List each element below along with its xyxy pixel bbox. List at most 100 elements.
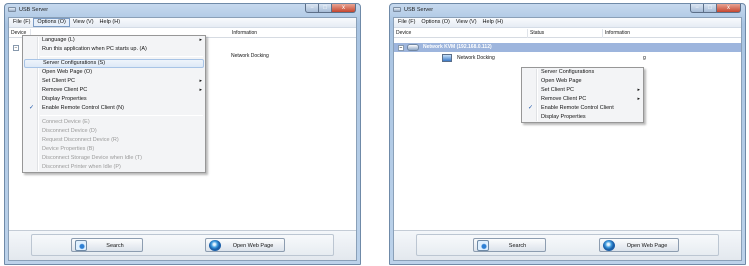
menu-item-remove-client-pc[interactable]: Remove Client PC ▸ — [522, 95, 643, 104]
menu-item-label: Connect Device (E) — [42, 119, 90, 125]
list-row-kvm[interactable]: − Network KVM (192.168.0.112) — [394, 43, 741, 52]
column-status[interactable]: Status — [528, 29, 603, 38]
search-icon — [75, 240, 87, 251]
options-menu: Language (L) ▸ Run this application when P… — [22, 35, 206, 173]
title-bar[interactable]: USB Server − □ x — [5, 4, 360, 16]
open-web-page-button[interactable]: Open Web Page — [205, 238, 285, 252]
device-icon — [442, 54, 452, 62]
menu-item-connect-device: Connect Device (E) — [23, 118, 205, 127]
search-button-label: Search — [106, 243, 124, 249]
menu-item-run-this-application-when-pc-starts-up[interactable]: Run this application when PC starts up. … — [23, 45, 205, 54]
menu-item-label: Display Properties — [541, 114, 586, 120]
menu-item-label: Remove Client PC — [42, 87, 88, 93]
menu-item-label: Display Properties — [42, 96, 87, 102]
menu-item-label: Open Web Page (O) — [42, 69, 93, 75]
device-name: Network Docking — [457, 55, 495, 61]
menu-separator — [40, 115, 203, 116]
submenu-arrow-icon: ▸ — [199, 37, 202, 43]
menu-item-label: Request Disconnect Device (R) — [42, 137, 119, 143]
menu-item-remove-client-pc[interactable]: Remove Client PC ▸ — [23, 86, 205, 95]
device-info-partial: g — [643, 55, 646, 61]
search-button-label: Search — [508, 243, 527, 249]
device-info: Network Docking — [231, 53, 269, 59]
menu-item-server-configurations[interactable]: Server Configurations (S) — [24, 59, 204, 68]
usb-server-window-options-menu: USB Server − □ x File (F) Options (O) Vi… — [4, 3, 361, 265]
list-header: Device Status Information — [394, 29, 741, 38]
menu-item-label: Server Configurations — [541, 69, 595, 75]
button-bar: Search Open Web Page — [416, 234, 719, 256]
menu-item-disconnect-device: Disconnect Device (D) — [23, 127, 205, 136]
check-icon: ✓ — [29, 105, 35, 111]
open-web-page-button-label: Open Web Page — [232, 243, 274, 249]
menu-file[interactable]: File (F) — [395, 18, 418, 27]
column-device[interactable]: Device — [394, 29, 528, 38]
submenu-arrow-icon: ▸ — [199, 78, 202, 84]
maximize-button[interactable]: □ — [319, 4, 332, 13]
button-bar: Search Open Web Page — [31, 234, 334, 256]
menu-item-open-web-page[interactable]: Open Web Page (O) — [23, 68, 205, 77]
menu-item-enable-remote-control-client[interactable]: ✓ Enable Remote Control Client (N) — [23, 104, 205, 113]
search-button[interactable]: Search — [71, 238, 143, 252]
open-web-page-button-label: Open Web Page — [626, 243, 668, 249]
menu-item-label: Device Properties (B) — [42, 146, 95, 152]
menu-item-disconnect-storage-device-when-idle: Disconnect Storage Device when Idle (T) — [23, 154, 205, 163]
menu-separator — [40, 56, 203, 57]
submenu-arrow-icon: ▸ — [637, 87, 640, 93]
menu-item-label: Disconnect Printer when Idle (P) — [42, 164, 121, 170]
menu-item-label: Disconnect Device (D) — [42, 128, 97, 134]
open-web-page-button[interactable]: Open Web Page — [599, 238, 679, 252]
usb-server-window-context-menu: USB Server − □ x File (F) Options (O) Vi… — [389, 3, 746, 265]
column-information[interactable]: Information — [230, 29, 359, 38]
menu-item-language[interactable]: Language (L) ▸ — [23, 36, 205, 45]
menu-item-request-disconnect-device: Request Disconnect Device (R) — [23, 136, 205, 145]
minimize-button[interactable]: − — [305, 4, 319, 13]
submenu-arrow-icon: ▸ — [199, 87, 202, 93]
title-bar[interactable]: USB Server − □ x — [390, 4, 745, 16]
menu-item-label: Disconnect Storage Device when Idle (T) — [42, 155, 142, 161]
device-context-menu: Server Configurations Open Web Page Set Cl… — [521, 67, 644, 123]
menu-item-label: Open Web Page — [541, 78, 582, 84]
collapse-icon[interactable]: − — [398, 45, 404, 51]
app-icon — [393, 7, 401, 12]
collapse-icon[interactable]: − — [13, 45, 19, 51]
search-button[interactable]: Search — [473, 238, 546, 252]
menu-item-set-client-pc[interactable]: Set Client PC ▸ — [522, 86, 643, 95]
minimize-button[interactable]: − — [690, 4, 704, 13]
menu-item-label: Server Configurations (S) — [43, 60, 106, 66]
menu-item-label: Remove Client PC — [541, 96, 587, 102]
menu-item-disconnect-printer-when-idle: Disconnect Printer when Idle (P) — [23, 163, 205, 172]
kvm-server-icon — [407, 44, 419, 51]
close-button[interactable]: x — [717, 4, 741, 13]
submenu-arrow-icon: ▸ — [637, 96, 640, 102]
close-button[interactable]: x — [332, 4, 356, 13]
menu-help[interactable]: Help (H) — [480, 18, 506, 27]
window-title: USB Server — [404, 7, 434, 13]
menu-file[interactable]: File (F) — [10, 18, 33, 27]
menu-view[interactable]: View (V) — [453, 18, 480, 27]
menu-options[interactable]: Options (O) — [33, 18, 70, 27]
web-globe-icon — [209, 240, 221, 251]
menu-item-server-configurations[interactable]: Server Configurations — [522, 68, 643, 77]
window-client: File (F) Options (O) View (V) Help (H) D… — [393, 17, 742, 261]
menu-item-label: Enable Remote Control Client (N) — [42, 105, 124, 111]
column-information[interactable]: Information — [603, 29, 744, 38]
maximize-button[interactable]: □ — [704, 4, 717, 13]
window-title: USB Server — [19, 7, 49, 13]
menu-item-label: Set Client PC — [541, 87, 575, 93]
menu-help[interactable]: Help (H) — [97, 18, 123, 27]
kvm-row-label: Network KVM (192.168.0.112) — [423, 44, 492, 50]
menu-item-label: Enable Remote Control Client — [541, 105, 614, 111]
menu-item-display-properties[interactable]: Display Properties — [522, 113, 643, 122]
menu-item-enable-remote-control-client[interactable]: ✓ Enable Remote Control Client — [522, 104, 643, 113]
app-icon — [8, 7, 16, 12]
menu-bar: File (F) Options (O) View (V) Help (H) — [9, 18, 356, 28]
menu-options[interactable]: Options (O) — [418, 18, 452, 27]
menu-item-set-client-pc[interactable]: Set Client PC ▸ — [23, 77, 205, 86]
list-row-device[interactable]: Network Docking g — [394, 54, 741, 63]
menu-item-display-properties[interactable]: Display Properties — [23, 95, 205, 104]
menu-view[interactable]: View (V) — [70, 18, 97, 27]
check-icon: ✓ — [528, 105, 534, 111]
menu-item-open-web-page[interactable]: Open Web Page — [522, 77, 643, 86]
menu-item-label: Run this application when PC starts up. … — [42, 46, 147, 52]
menu-item-device-properties: Device Properties (B) — [23, 145, 205, 154]
